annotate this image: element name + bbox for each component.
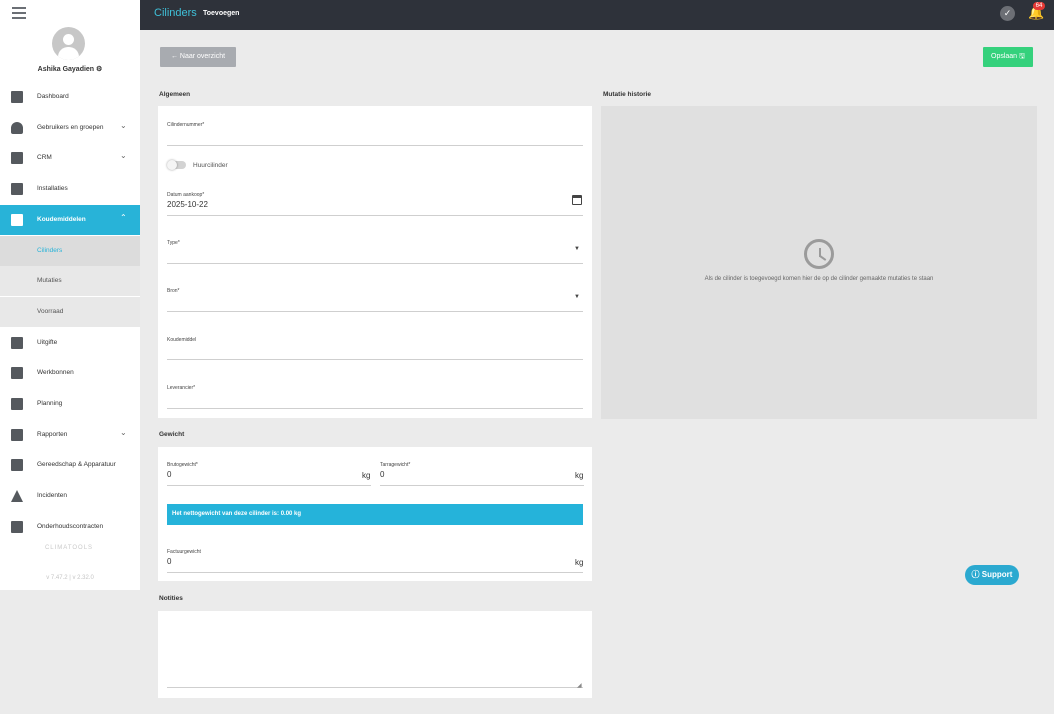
chevron-down-icon: ⌄ — [120, 428, 127, 437]
sidebar-item-rapporten[interactable]: Rapporten ⌄ — [0, 420, 140, 450]
section-title-notities: Notities — [159, 595, 183, 602]
sidebar-item-gereedschap[interactable]: Gereedschap & Apparatuur — [0, 450, 140, 480]
sidebar-item-installaties[interactable]: Installaties — [0, 174, 140, 204]
avatar — [52, 27, 85, 60]
installation-icon — [11, 183, 23, 195]
save-button[interactable]: Opslaan 🖫 — [983, 47, 1033, 67]
page-title: Cilinders — [154, 7, 197, 19]
leverancier-label: Leverancier* — [167, 385, 196, 391]
chevron-up-icon: ⌃ — [120, 213, 127, 222]
brand-logo: CLIMATOOLS — [44, 545, 94, 551]
sidebar-item-onderhoudscontracten[interactable]: Onderhoudscontracten — [0, 512, 140, 542]
sidebar-item-gebruikers[interactable]: Gebruikers en groepen ⌄ — [0, 113, 140, 143]
factuurgewicht-label: Factuurgewicht — [167, 549, 201, 555]
factuurgewicht-field[interactable] — [167, 557, 583, 573]
brutogewicht-field[interactable] — [167, 470, 371, 486]
exit-icon — [11, 337, 23, 349]
dashboard-icon — [11, 91, 23, 103]
warning-icon — [11, 490, 23, 502]
sidebar-item-dashboard[interactable]: Dashboard — [0, 82, 140, 112]
sidebar-subitem-cilinders[interactable]: Cilinders — [0, 236, 140, 266]
user-name[interactable]: Ashika Gayadien ⚙ — [0, 65, 140, 73]
handshake-icon — [11, 152, 23, 164]
sidebar-subitem-mutaties[interactable]: Mutaties — [0, 266, 140, 296]
huurcilinder-toggle[interactable] — [167, 160, 186, 170]
koudemiddel-label: Koudemiddel — [167, 337, 197, 343]
section-title-gewicht: Gewicht — [159, 431, 185, 438]
history-icon — [804, 239, 834, 269]
report-icon — [11, 429, 23, 441]
sidebar-item-planning[interactable]: Planning — [0, 389, 140, 419]
cilindernummer-field[interactable] — [167, 130, 583, 146]
leverancier-field[interactable] — [167, 393, 583, 409]
notification-badge: 64 — [1033, 2, 1045, 10]
sidebar: Ashika Gayadien ⚙ Dashboard Gebruikers e… — [0, 0, 140, 590]
page-subtitle: Toevoegen — [203, 10, 240, 17]
sidebar-item-koudemiddelen[interactable]: Koudemiddelen ⌃ — [0, 205, 140, 235]
history-empty-text: Als de cilinder is toegevoegd komen hier… — [704, 276, 934, 282]
chevron-down-icon: ⌄ — [120, 121, 127, 130]
sidebar-item-uitgifte[interactable]: Uitgifte — [0, 328, 140, 358]
sidebar-subitem-voorraad[interactable]: Voorraad — [0, 297, 140, 327]
user-icon — [11, 122, 23, 134]
datum-aankoop-field[interactable] — [167, 199, 583, 216]
version-text: v 7.47.2 | v 2.32.0 — [46, 575, 94, 581]
sidebar-item-crm[interactable]: CRM ⌄ — [0, 143, 140, 173]
sidebar-item-incidenten[interactable]: Incidenten — [0, 481, 140, 511]
workorder-icon — [11, 367, 23, 379]
support-button[interactable]: ⓘ Support — [965, 565, 1019, 585]
notities-textarea[interactable] — [167, 620, 583, 688]
resize-handle-icon[interactable]: ◢ — [577, 682, 582, 689]
chevron-down-icon: ⌄ — [120, 151, 127, 160]
bron-select[interactable] — [167, 296, 583, 312]
section-title-algemeen: Algemeen — [159, 91, 191, 98]
huurcilinder-label: Huurcilinder — [193, 162, 228, 169]
net-weight-info: Het nettogewicht van deze cilinder is: 0… — [167, 504, 583, 525]
type-label: Type* — [167, 240, 180, 246]
cilindernummer-label: Cilindernummer* — [167, 122, 205, 128]
section-title-history: Mutatie historie — [603, 91, 652, 98]
datum-aankoop-label: Datum aankoop* — [167, 192, 205, 198]
tarragewicht-field[interactable] — [380, 470, 584, 486]
calendar-icon[interactable] — [572, 195, 582, 205]
cylinder-icon — [11, 214, 23, 226]
dropdown-arrow-icon: ▼ — [574, 246, 580, 252]
wrench-icon — [11, 459, 23, 471]
type-select[interactable] — [167, 248, 583, 264]
brutogewicht-label: Brutogewicht* — [167, 462, 198, 468]
koudemiddel-field[interactable] — [167, 345, 583, 360]
check-icon[interactable]: ✓ — [1000, 6, 1015, 21]
dropdown-arrow-icon: ▼ — [574, 294, 580, 300]
bron-label: Bron* — [167, 288, 180, 294]
menu-icon[interactable] — [12, 7, 26, 19]
tarragewicht-label: Tarragewicht* — [380, 462, 411, 468]
back-to-overview-button[interactable]: ← Naar overzicht — [160, 47, 236, 67]
contract-icon — [11, 521, 23, 533]
calendar-icon — [11, 398, 23, 410]
sidebar-item-werkbonnen[interactable]: Werkbonnen — [0, 358, 140, 388]
